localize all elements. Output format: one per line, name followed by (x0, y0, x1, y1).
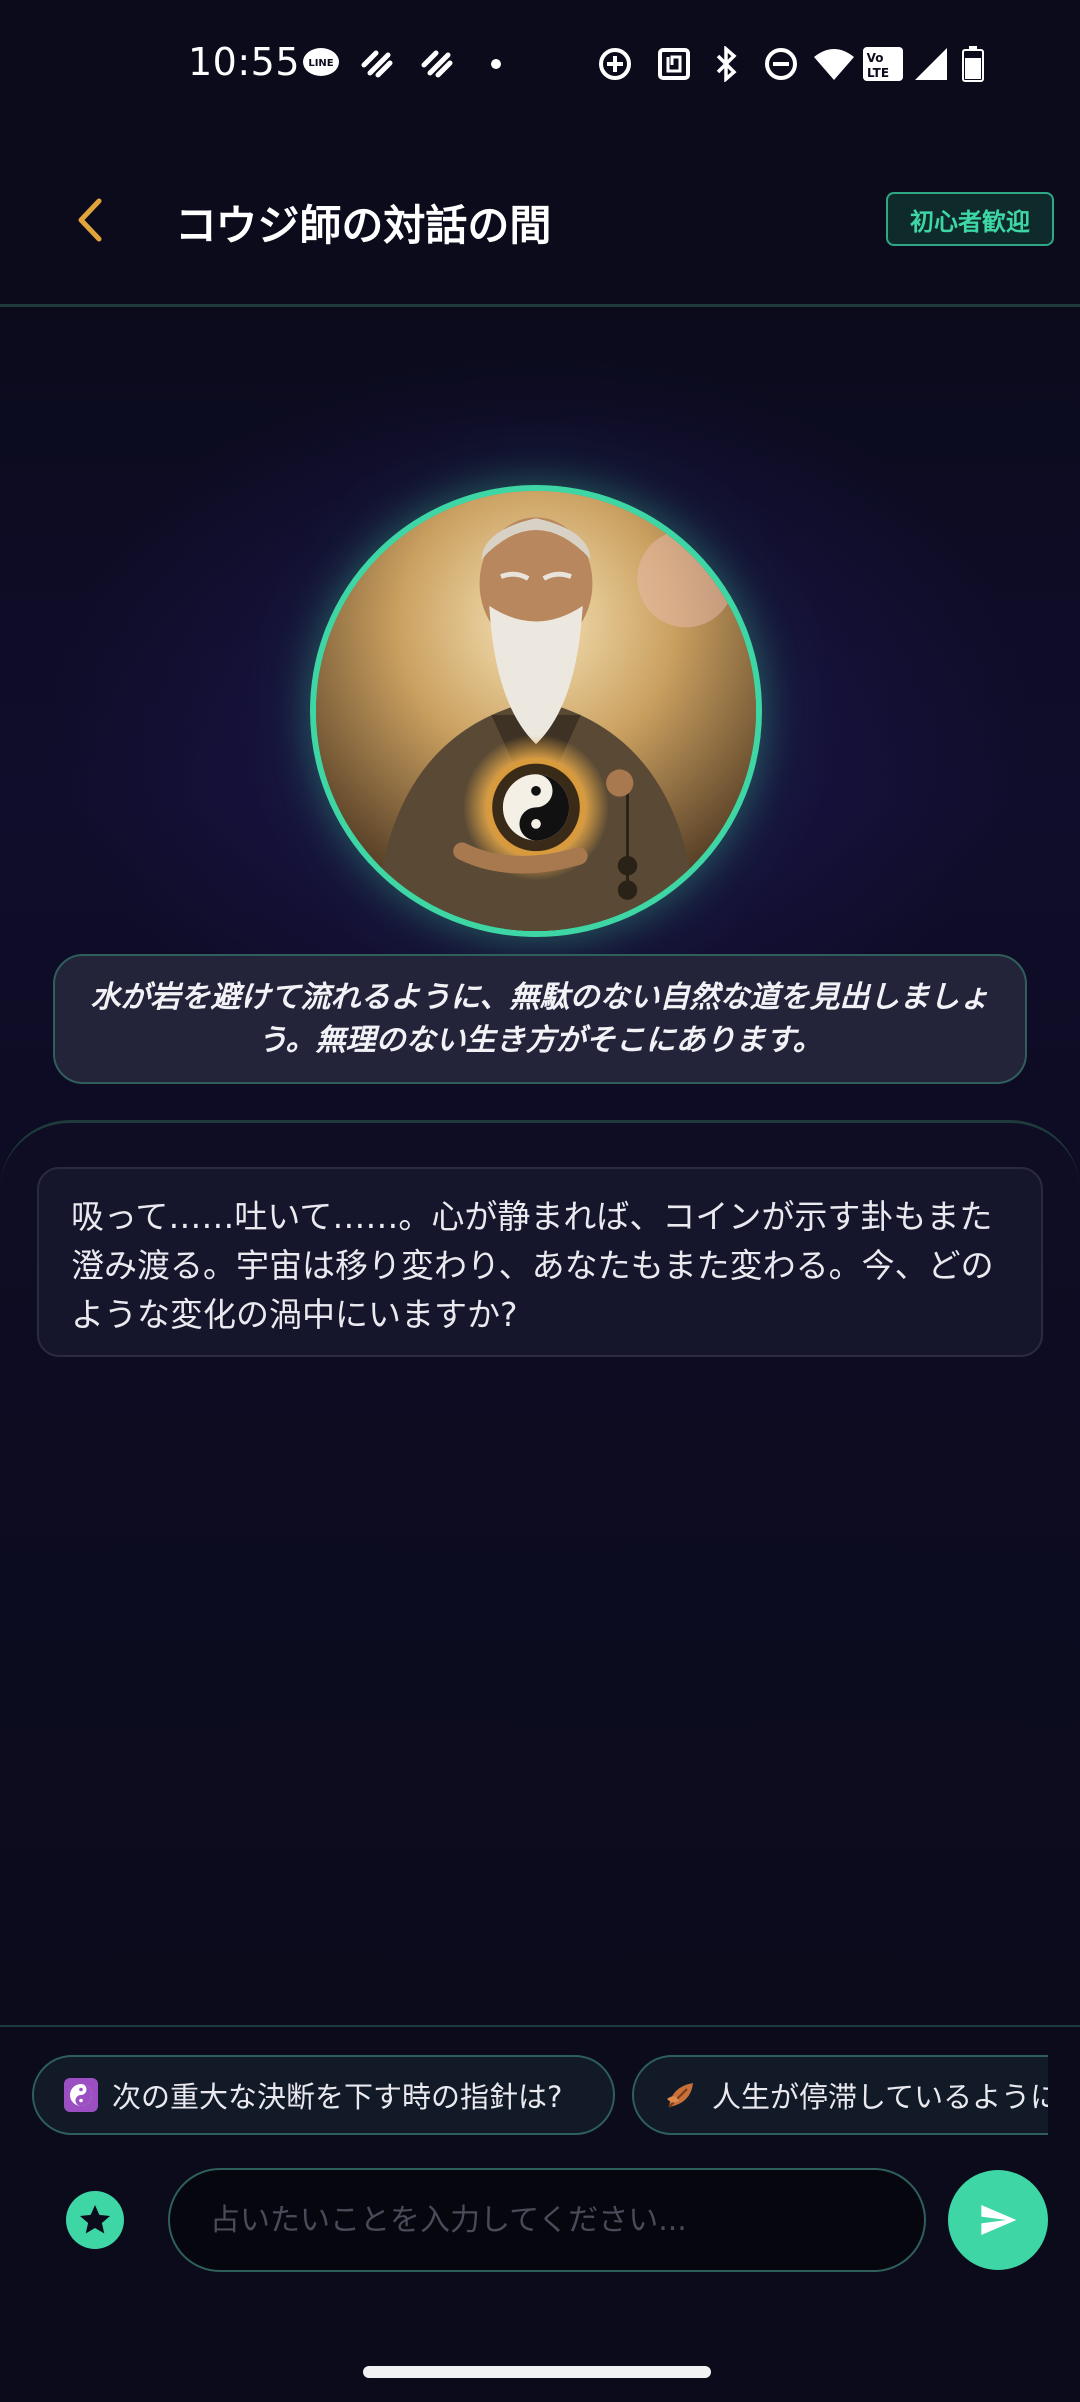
svg-text:LTE: LTE (867, 66, 889, 80)
wifi-icon (812, 46, 856, 82)
beginner-welcome-badge: 初心者歓迎 (886, 192, 1054, 246)
dot-icon (486, 46, 506, 82)
top-app-bar: コウジ師の対話の間 初心者歓迎 (0, 130, 1080, 307)
fortune-question-input[interactable] (168, 2168, 926, 2272)
suggestion-label: 次の重大な決断を下す時の指針は? (112, 2080, 563, 2114)
app-icon (420, 46, 454, 82)
home-indicator[interactable] (363, 2366, 711, 2378)
status-time: 10:55 (188, 40, 301, 84)
app-icon (360, 46, 394, 82)
sage-quote: 水が岩を避けて流れるように、無駄のない自然な道を見出しましょう。無理のない生き方… (53, 954, 1027, 1084)
data-saver-icon (596, 46, 634, 82)
page-title: コウジ師の対話の間 (175, 201, 552, 250)
sage-portrait-illustration (316, 491, 756, 931)
dnd-icon (762, 46, 800, 82)
suggestion-label: 人生が停滞しているように感じる (712, 2080, 1048, 2114)
send-icon (981, 2205, 1017, 2235)
leaf-icon (664, 2078, 698, 2112)
sage-avatar (310, 485, 762, 937)
svg-text:LINE: LINE (308, 58, 333, 69)
line-icon: LINE (302, 46, 340, 82)
status-bar: 10:55 LINE Vo LTE (0, 0, 1080, 130)
favorite-button[interactable] (66, 2191, 124, 2249)
bluetooth-icon (710, 46, 744, 82)
suggestion-chip[interactable]: 次の重大な決断を下す時の指針は? (32, 2055, 615, 2135)
star-icon (80, 2205, 110, 2234)
suggestion-chip[interactable]: 人生が停滞しているように感じる (632, 2055, 1048, 2135)
app-screen: 10:55 LINE Vo LTE コウジ師の対話の間 初心者歓迎 水が岩を避け… (0, 0, 1080, 2402)
battery-icon (960, 46, 986, 82)
signal-icon (912, 46, 950, 82)
chevron-left-icon (78, 198, 102, 242)
svg-text:Vo: Vo (867, 51, 884, 65)
yin-yang-icon (64, 2078, 98, 2112)
send-button[interactable] (948, 2170, 1048, 2270)
nfc-icon (655, 46, 693, 82)
back-button[interactable] (62, 192, 118, 248)
suggestion-chips: 次の重大な決断を下す時の指針は? 人生が停滞しているように感じる (32, 2055, 1048, 2137)
assistant-message: 吸って……吐いて……。心が静まれば、コインが示す卦もまた澄み渡る。宇宙は移り変わ… (37, 1167, 1043, 1357)
volte-icon: Vo LTE (862, 46, 904, 82)
